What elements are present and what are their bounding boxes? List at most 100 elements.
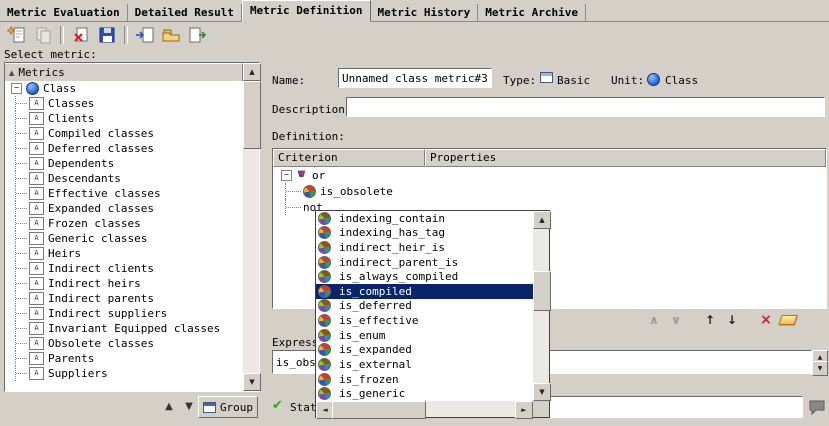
basic-type-icon xyxy=(540,72,553,83)
dropdown-item-is-always-compiled[interactable]: is_always_compiled xyxy=(316,269,533,284)
dropdown-scrollbar-thumb[interactable] xyxy=(533,271,551,311)
tree-item-dependents[interactable]: ADependents xyxy=(5,156,243,171)
tree-item-expanded-classes[interactable]: AExpanded classes xyxy=(5,201,243,216)
tree-item-class[interactable]: −Class xyxy=(5,81,243,96)
scroll-up-icon[interactable]: ▲ xyxy=(243,63,261,81)
save-metric-button[interactable] xyxy=(94,24,120,46)
dropdown-item-is-compiled[interactable]: is_compiled xyxy=(316,284,533,299)
dropdown-item-is-external[interactable]: is_external xyxy=(316,357,533,372)
tree-collapse-icon[interactable]: − xyxy=(11,83,22,94)
dropdown-item-is-generic[interactable]: is_generic xyxy=(316,386,533,401)
description-input[interactable] xyxy=(346,97,825,117)
comment-bubble-button[interactable] xyxy=(807,397,826,417)
tree-item-invariant-equipped-classes[interactable]: AInvariant Equipped classes xyxy=(5,321,243,336)
name-input[interactable] xyxy=(338,68,492,88)
tree-item-effective-classes[interactable]: AEffective classes xyxy=(5,186,243,201)
new-metric-button[interactable] xyxy=(4,24,30,46)
tree-item-obsolete-classes[interactable]: AObsolete classes xyxy=(5,336,243,351)
tree-item-classes[interactable]: AClasses xyxy=(5,96,243,111)
criterion-column-header[interactable]: Criterion xyxy=(273,149,425,167)
erase-criterion-button[interactable] xyxy=(777,310,799,330)
tree-item-indirect-clients[interactable]: AIndirect clients xyxy=(5,261,243,276)
dropdown-item-is-expanded[interactable]: is_expanded xyxy=(316,343,533,358)
tree-connector xyxy=(11,171,29,186)
criterion-row-or[interactable]: −∨∨or xyxy=(273,167,826,183)
dropdown-item-is-deferred[interactable]: is_deferred xyxy=(316,299,533,314)
scroll-down-icon[interactable]: ▼ xyxy=(533,383,551,401)
scroll-down-icon[interactable]: ▼ xyxy=(243,373,261,391)
export-metrics-button[interactable] xyxy=(184,24,210,46)
tree-item-indirect-suppliers[interactable]: AIndirect suppliers xyxy=(5,306,243,321)
status-field[interactable] xyxy=(549,396,803,418)
scroll-up-icon[interactable]: ▲ xyxy=(533,211,551,229)
delete-criterion-button[interactable]: × xyxy=(755,310,777,330)
criterion-connector xyxy=(281,199,303,215)
tab-metric-archive[interactable]: Metric Archive xyxy=(478,4,586,21)
group-button[interactable]: Group xyxy=(198,396,258,418)
criterion-collapse-icon[interactable]: − xyxy=(281,170,292,181)
dropdown-item-indirect-parent-is[interactable]: indirect_parent_is xyxy=(316,255,533,270)
criterion-icon xyxy=(318,373,331,386)
tree-item-parents[interactable]: AParents xyxy=(5,351,243,366)
dropdown-item-label: indirect_heir_is xyxy=(339,241,445,254)
import-metrics-button[interactable] xyxy=(132,24,158,46)
criterion-icon xyxy=(318,314,331,327)
tree-item-generic-classes[interactable]: AGeneric classes xyxy=(5,231,243,246)
copy-metric-button[interactable] xyxy=(30,24,56,46)
tree-item-heirs[interactable]: AHeirs xyxy=(5,246,243,261)
tab-metric-definition[interactable]: Metric Definition xyxy=(242,0,371,22)
main-toolbar xyxy=(4,23,210,47)
and-operator-button[interactable]: ∧ xyxy=(643,310,665,330)
tree-item-frozen-classes[interactable]: AFrozen classes xyxy=(5,216,243,231)
delete-metric-button[interactable] xyxy=(68,24,94,46)
metric-icon: A xyxy=(29,157,44,170)
and-operator-icon: ∧ xyxy=(649,313,659,327)
dropdown-item-indexing-has-tag[interactable]: indexing_has_tag xyxy=(316,226,533,241)
tree-connector xyxy=(11,141,29,156)
group-button-label: Group xyxy=(220,401,253,414)
move-criterion-up-button[interactable]: ↑ xyxy=(699,310,721,330)
move-metric-up-button[interactable]: ▲ xyxy=(160,398,178,414)
properties-column-header[interactable]: Properties xyxy=(425,149,826,167)
dropdown-item-indexing-contain[interactable]: indexing_contain xyxy=(316,211,533,226)
tab-metric-history[interactable]: Metric History xyxy=(371,4,479,21)
dropdown-item-is-frozen[interactable]: is_frozen xyxy=(316,372,533,387)
tab-detailed-result[interactable]: Detailed Result xyxy=(128,4,242,21)
move-criterion-down-icon: ↓ xyxy=(727,313,737,327)
tab-bar: Metric EvaluationDetailed ResultMetric D… xyxy=(0,0,829,22)
open-metrics-folder-button[interactable] xyxy=(158,24,184,46)
open-metrics-folder-icon xyxy=(161,26,181,44)
tree-item-descendants[interactable]: ADescendants xyxy=(5,171,243,186)
tree-item-label: Invariant Equipped classes xyxy=(48,322,220,335)
class-unit-icon xyxy=(647,73,660,86)
tree-scrollbar-thumb[interactable] xyxy=(243,81,261,149)
move-criterion-up-icon: ↑ xyxy=(705,313,715,327)
criterion-icon xyxy=(318,285,331,298)
scroll-right-icon[interactable]: ► xyxy=(515,401,533,419)
dropdown-vertical-scrollbar[interactable]: ▲ ▼ xyxy=(533,211,549,401)
criterion-icon xyxy=(318,226,331,239)
tree-item-deferred-classes[interactable]: ADeferred classes xyxy=(5,141,243,156)
criterion-icon xyxy=(318,241,331,254)
tree-item-suppliers[interactable]: ASuppliers xyxy=(5,366,243,381)
dropdown-item-indirect-heir-is[interactable]: indirect_heir_is xyxy=(316,240,533,255)
move-criterion-down-button[interactable]: ↓ xyxy=(721,310,743,330)
tab-metric-evaluation[interactable]: Metric Evaluation xyxy=(0,4,128,21)
dropdown-hscrollbar-thumb[interactable] xyxy=(332,401,426,419)
sort-ascending-icon: ▲ xyxy=(9,69,14,77)
scroll-down-icon[interactable]: ▼ xyxy=(812,361,828,376)
move-metric-down-button[interactable]: ▼ xyxy=(180,398,198,414)
dropdown-item-is-enum[interactable]: is_enum xyxy=(316,328,533,343)
tree-item-indirect-heirs[interactable]: AIndirect heirs xyxy=(5,276,243,291)
criterion-row-is-obsolete[interactable]: is_obsolete xyxy=(273,183,826,199)
valid-check-icon: ✔ xyxy=(272,398,283,413)
dropdown-horizontal-scrollbar[interactable]: ◄ ► xyxy=(316,401,533,417)
tree-item-clients[interactable]: AClients xyxy=(5,111,243,126)
metric-tree-header[interactable]: ▲ Metrics xyxy=(5,63,243,82)
metric-icon: A xyxy=(29,187,44,200)
dropdown-item-is-effective[interactable]: is_effective xyxy=(316,313,533,328)
tree-scrollbar[interactable]: ▲ ▼ xyxy=(243,63,259,391)
tree-item-indirect-parents[interactable]: AIndirect parents xyxy=(5,291,243,306)
tree-item-compiled-classes[interactable]: ACompiled classes xyxy=(5,126,243,141)
or-operator-button[interactable]: ∨ xyxy=(665,310,687,330)
